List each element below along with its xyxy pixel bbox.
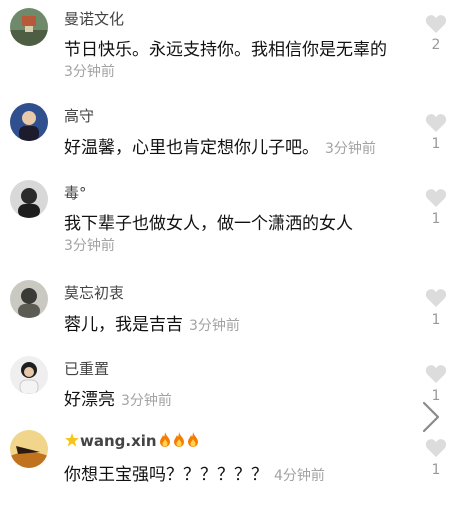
avatar[interactable] xyxy=(10,180,48,218)
like-count: 1 xyxy=(431,462,441,478)
comment-time: 3分钟前 xyxy=(64,64,115,80)
username[interactable]: 高守 xyxy=(64,105,94,126)
avatar[interactable] xyxy=(10,430,48,468)
avatar[interactable] xyxy=(10,103,48,141)
username-text: wang.xin xyxy=(80,432,157,450)
star-icon xyxy=(65,433,79,447)
comment-time: 3分钟前 xyxy=(325,141,376,157)
comment-text: 好温馨，心里也肯定想你儿子吧。 3分钟前 xyxy=(64,133,376,158)
username[interactable]: 曼诺文化 xyxy=(64,8,124,29)
comment-text: 你想王宝强吗？？？？？？ 4分钟前 xyxy=(64,460,325,485)
like-count: 1 xyxy=(431,136,441,152)
like-count: 1 xyxy=(431,312,441,328)
comment-text-content: 你想王宝强吗？？？？？？ xyxy=(64,465,268,485)
comment-text: 我下辈子也做女人，做一个潇洒的女人 xyxy=(64,214,353,234)
comment-text-content: 蓉儿，我是吉吉 xyxy=(64,315,183,335)
username[interactable]: 已重置 xyxy=(64,358,109,379)
comment-text: 蓉儿，我是吉吉 3分钟前 xyxy=(64,310,240,335)
comment-time: 3分钟前 xyxy=(121,393,172,409)
like-count: 2 xyxy=(431,37,441,53)
comment-text-content: 好漂亮 xyxy=(64,390,115,410)
heart-icon[interactable] xyxy=(425,288,447,310)
comment-text-content: 好温馨，心里也肯定想你儿子吧。 xyxy=(64,138,319,158)
avatar[interactable] xyxy=(10,280,48,318)
comment-text: 好漂亮 3分钟前 xyxy=(64,385,172,410)
comment-time: 3分钟前 xyxy=(64,238,115,254)
heart-icon[interactable] xyxy=(425,14,447,36)
username[interactable]: 莫忘初衷 xyxy=(64,282,124,303)
avatar[interactable] xyxy=(10,356,48,394)
heart-icon[interactable] xyxy=(425,113,447,135)
username[interactable]: 毒° xyxy=(64,182,87,203)
like-count: 1 xyxy=(431,211,441,227)
avatar[interactable] xyxy=(10,8,48,46)
heart-icon[interactable] xyxy=(425,188,447,210)
comment-text: 节日快乐。永远支持你。我相信你是无辜的 xyxy=(64,40,387,60)
comment-time: 4分钟前 xyxy=(274,468,325,484)
chevron-right-icon[interactable] xyxy=(420,400,442,434)
fire-icon xyxy=(159,432,170,447)
username[interactable]: wang.xin xyxy=(64,432,199,450)
comment-time: 3分钟前 xyxy=(189,318,240,334)
fire-icon xyxy=(173,432,184,447)
fire-icon xyxy=(187,432,198,447)
heart-icon[interactable] xyxy=(425,364,447,386)
heart-icon[interactable] xyxy=(425,438,447,460)
